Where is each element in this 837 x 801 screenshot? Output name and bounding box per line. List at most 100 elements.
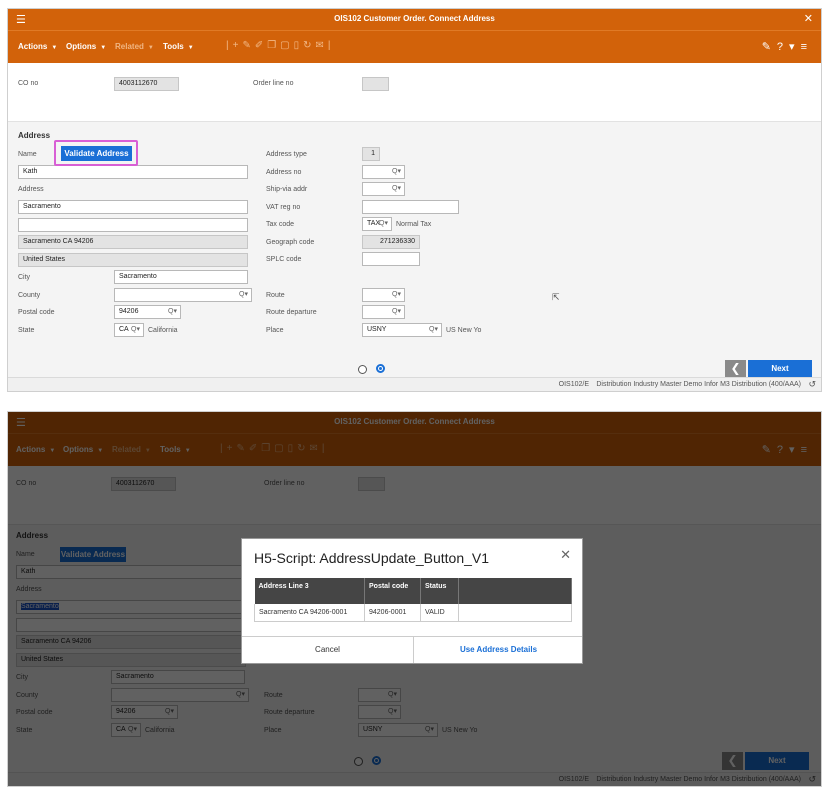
name-field[interactable]: Kath [18,165,248,179]
postal-field[interactable]: 94206 Q▾ [114,305,181,319]
order-line-field[interactable] [362,77,389,91]
county-field[interactable]: Q▾ [114,288,252,302]
search-icon[interactable]: Q▾ [392,289,401,301]
address-update-dialog: H5-Script: AddressUpdate_Button_V1 ✕ Add… [241,538,583,664]
window-title: OIS102 Customer Order. Connect Address [334,14,495,23]
address-line4-field[interactable]: United States [18,253,248,267]
page-radio-1[interactable] [358,365,367,374]
geo-field[interactable]: 271236330 [362,235,420,249]
address-line3-cell: Sacramento CA 94206-0001 [254,604,365,622]
state-field[interactable]: CAQ▾ [114,323,144,337]
header-panel: CO no 4003112670 Order line no [8,63,821,121]
chevron-down-icon: ▼ [100,45,107,51]
name-label: Name [18,151,37,158]
related-menu[interactable]: Related▼ [115,42,154,51]
place-field[interactable]: USNY Q▾ [362,323,442,337]
county-label: County [18,292,41,299]
column-header[interactable]: Status [420,578,459,604]
chevron-down-icon: ▼ [51,45,58,51]
state-value: CA [119,326,129,333]
address-results-table: Address Line 3 Postal code Status Sacram… [254,578,572,622]
tools-menu[interactable]: Tools▼ [163,42,194,51]
actions-label: Actions [18,42,48,51]
chevron-down-icon: ▼ [187,45,194,51]
ship-via-field[interactable]: Q▾ [362,182,405,196]
environment-label: Distribution Industry Master Demo Infor … [596,381,801,388]
search-icon[interactable]: Q▾ [379,218,388,230]
search-icon[interactable]: Q▾ [168,306,177,318]
postal-value: 94206 [119,308,139,315]
back-button[interactable]: ❮ [725,360,746,378]
close-icon[interactable]: ✕ [560,547,571,563]
options-label: Options [66,42,97,51]
page-radio-2[interactable] [376,364,385,373]
mouse-cursor-icon: ⇱ [552,292,560,302]
search-icon[interactable]: Q▾ [429,324,438,336]
title-bar: ☰ OIS102 Customer Order. Connect Address… [8,9,821,30]
history-icon[interactable]: ↺ [808,379,816,390]
order-line-label: Order line no [253,80,294,87]
cancel-button[interactable]: Cancel [242,637,413,663]
address-type-label: Address type [266,151,307,158]
splc-label: SPLC code [266,256,302,263]
co-no-field[interactable]: 4003112670 [114,77,179,91]
table-row[interactable]: Sacramento CA 94206-0001 94206-0001 VALI… [254,604,572,622]
co-no-label: CO no [18,80,39,87]
search-icon[interactable]: Q▾ [131,324,140,336]
state-label: State [18,327,35,334]
route-dep-label: Route departure [266,309,317,316]
place-desc: US New Yo [446,327,482,334]
toolbar-right-icons[interactable]: ✎?▾≡ [762,40,813,53]
toolbar-action-icons[interactable]: |+✎✐❐▢▯↻✉| [226,40,334,51]
column-header[interactable]: Address Line 3 [254,578,365,604]
toolbar: Actions▼ Options▼ Related▼ Tools▼ |+✎✐❐▢… [8,30,821,63]
geo-label: Geograph code [266,239,315,246]
place-label: Place [266,327,284,334]
address-line1-field[interactable]: Sacramento [18,200,248,214]
address-line2-field[interactable] [18,218,248,232]
place-value: USNY [367,326,387,333]
address-heading: Address [18,131,51,140]
dialog-title: H5-Script: AddressUpdate_Button_V1 [254,550,490,566]
close-icon[interactable]: ✕ [804,12,813,25]
program-id: OIS102/E [558,381,589,388]
vat-label: VAT reg no [266,204,301,211]
address-type-field[interactable]: 1 [362,147,380,161]
status-cell: VALID [420,604,459,622]
city-label: City [18,274,31,281]
validate-address-button[interactable]: Validate Address [61,146,132,161]
route-label: Route [266,292,285,299]
search-icon[interactable]: Q▾ [239,289,248,301]
search-icon[interactable]: Q▾ [392,306,401,318]
related-label: Related [115,42,144,51]
dialog-footer: Cancel Use Address Details [242,636,582,663]
address-no-field[interactable]: Q▾ [362,165,405,179]
search-icon[interactable]: Q▾ [392,183,401,195]
postal-code-cell: 94206-0001 [364,604,421,622]
ship-via-label: Ship-via addr [266,186,308,193]
tax-field[interactable]: TAX Q▾ [362,217,392,231]
route-field[interactable]: Q▾ [362,288,405,302]
tax-label: Tax code [266,221,295,228]
vat-field[interactable] [362,200,459,214]
splc-field[interactable] [362,252,420,266]
address-no-label: Address no [266,169,302,176]
validate-highlight: Validate Address [54,140,138,166]
column-header[interactable] [458,578,572,604]
status-bar: OIS102/E Distribution Industry Master De… [8,377,821,391]
search-icon[interactable]: Q▾ [392,166,401,178]
column-header[interactable]: Postal code [364,578,421,604]
tools-label: Tools [163,42,184,51]
table-header-row: Address Line 3 Postal code Status [254,578,572,604]
route-dep-field[interactable]: Q▾ [362,305,405,319]
state-name: California [148,327,178,334]
options-menu[interactable]: Options▼ [66,42,106,51]
use-address-details-button[interactable]: Use Address Details [413,637,583,663]
city-field[interactable]: Sacramento [114,270,248,284]
next-button[interactable]: Next [748,360,812,378]
address-line3-field[interactable]: Sacramento CA 94206 [18,235,248,249]
postal-label: Postal code [18,309,55,316]
actions-menu[interactable]: Actions▼ [18,42,57,51]
chevron-down-icon: ▼ [147,45,154,51]
tax-desc: Normal Tax [396,221,432,228]
